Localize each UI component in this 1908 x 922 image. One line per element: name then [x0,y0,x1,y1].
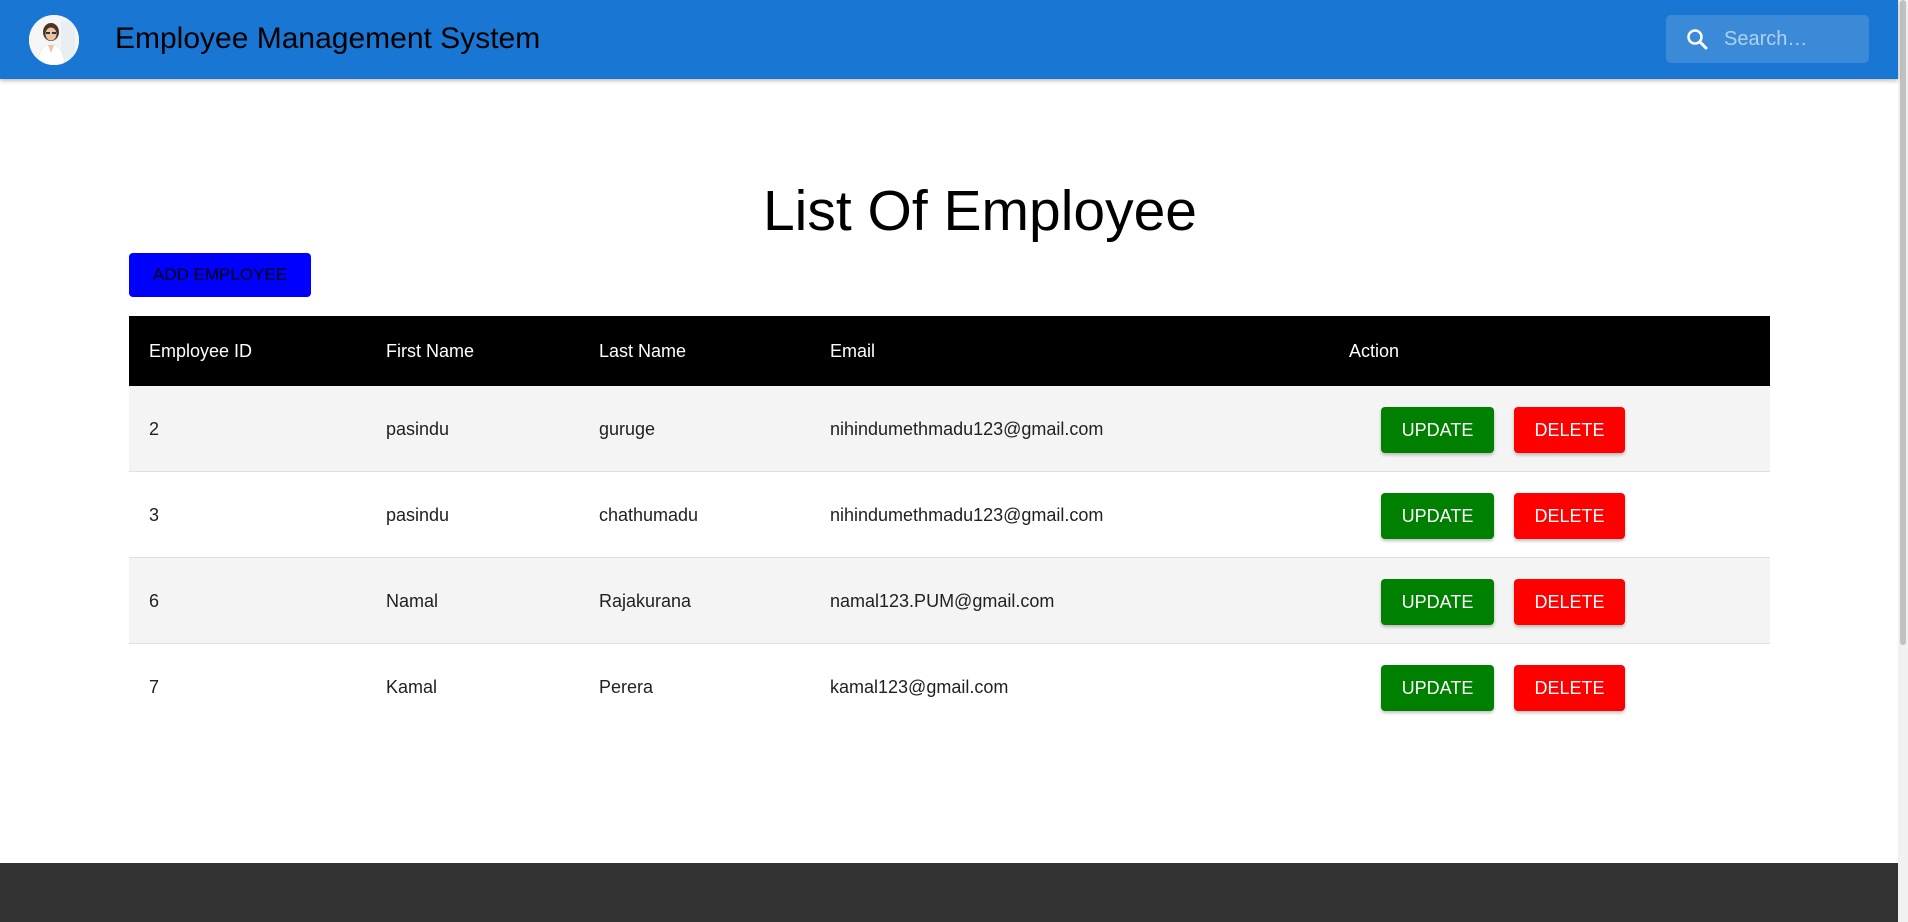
vertical-scrollbar[interactable] [1898,0,1908,922]
table-row: 7 Kamal Perera kamal123@gmail.com UPDATE… [129,644,1770,730]
column-header-employee-id: Employee ID [149,341,253,361]
search-box[interactable] [1666,15,1869,63]
cell-employee-id: 7 [149,677,160,697]
cell-employee-id: 2 [149,419,160,439]
delete-button[interactable]: DELETE [1514,493,1625,539]
table-row: 2 pasindu guruge nihindumethmadu123@gmai… [129,386,1770,472]
employee-table: Employee ID First Name Last Name Email A… [129,316,1770,730]
cell-first-name: Kamal [386,677,438,697]
cell-last-name: Rajakurana [599,591,692,611]
user-avatar-icon[interactable] [29,15,79,65]
delete-button[interactable]: DELETE [1514,579,1625,625]
update-button[interactable]: UPDATE [1381,407,1494,453]
cell-last-name: guruge [599,419,656,439]
page-title: List Of Employee [762,179,1197,243]
column-header-action: Action [1349,341,1400,361]
cell-first-name: pasindu [386,505,450,525]
cell-email: nihindumethmadu123@gmail.com [830,505,1104,525]
table-row: 3 pasindu chathumadu nihindumethmadu123@… [129,472,1770,558]
table-header: Employee ID First Name Last Name Email A… [129,316,1770,386]
cell-last-name: chathumadu [599,505,699,525]
delete-button[interactable]: DELETE [1514,407,1625,453]
cell-email: namal123.PUM@gmail.com [830,591,1055,611]
column-header-last-name: Last Name [599,341,687,361]
update-button[interactable]: UPDATE [1381,665,1494,711]
search-input[interactable] [1724,15,1864,63]
scrollbar-thumb[interactable] [1900,0,1906,645]
table-body: 2 pasindu guruge nihindumethmadu123@gmai… [129,386,1770,730]
add-employee-button[interactable]: ADD EMPLOYEE [129,253,311,297]
search-icon [1685,27,1709,51]
cell-last-name: Perera [599,677,654,697]
cell-employee-id: 3 [149,505,160,525]
footer [0,863,1898,922]
page: Employee Management System List Of Emplo… [0,0,1908,922]
column-header-email: Email [830,341,876,361]
cell-first-name: pasindu [386,419,450,439]
update-button[interactable]: UPDATE [1381,493,1494,539]
cell-first-name: Namal [386,591,439,611]
delete-button[interactable]: DELETE [1514,665,1625,711]
cell-employee-id: 6 [149,591,160,611]
table-row: 6 Namal Rajakurana namal123.PUM@gmail.co… [129,558,1770,644]
app-title: Employee Management System [115,22,541,55]
cell-email: kamal123@gmail.com [830,677,1009,697]
app-bar: Employee Management System [0,0,1898,79]
cell-email: nihindumethmadu123@gmail.com [830,419,1104,439]
update-button[interactable]: UPDATE [1381,579,1494,625]
column-header-first-name: First Name [386,341,475,361]
